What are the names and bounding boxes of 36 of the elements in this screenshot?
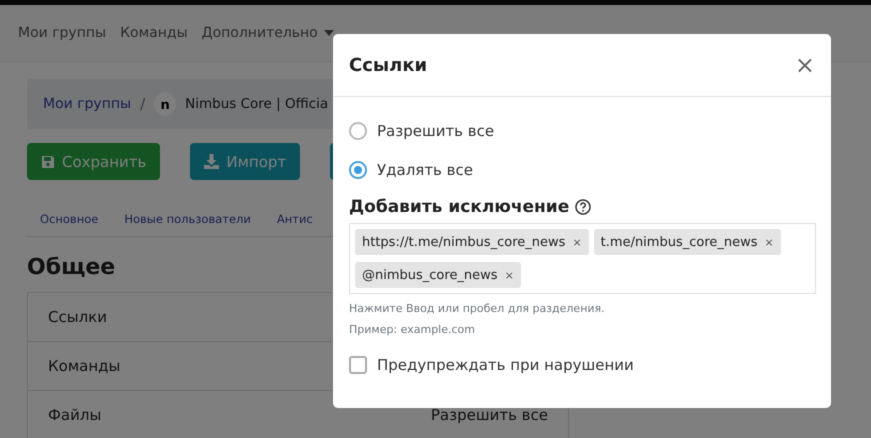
nav-link[interactable]: Дополнительно [202, 25, 334, 41]
tag-text: t.me/nimbus_core_news [600, 234, 758, 250]
tab[interactable]: Новые пользователи [111, 212, 264, 226]
exceptions-heading: Добавить исключение [349, 197, 570, 217]
nav-link[interactable]: Мои группы [18, 25, 106, 41]
tab[interactable]: Антис [264, 212, 326, 226]
tag-text: https://t.me/nimbus_core_news [362, 234, 566, 250]
download-icon [204, 154, 220, 169]
help-icon[interactable] [575, 199, 592, 215]
option-label: Удалять все [377, 160, 473, 178]
row-label: Файлы [48, 406, 102, 424]
row-label: Команды [48, 357, 120, 375]
dialog-title: Ссылки [349, 54, 428, 76]
checkbox[interactable] [349, 356, 367, 374]
radio-option[interactable]: Разрешить все [349, 111, 815, 150]
radio-button[interactable] [349, 122, 367, 140]
breadcrumb-link[interactable]: Мои группы [43, 96, 132, 112]
nav-link[interactable]: Команды [120, 25, 188, 41]
group-logo: n [154, 92, 176, 116]
example-text: Пример: example.com [349, 323, 476, 336]
breadcrumb-separator: / [140, 95, 146, 113]
tags-input-field[interactable]: https://t.me/nimbus_core_news × t.me/nimbus_core_news × @nimbus_core_news × [349, 223, 816, 294]
radio-button[interactable] [349, 160, 367, 178]
tag-text: @nimbus_core_news [362, 268, 498, 282]
row-value: Разрешить все [430, 406, 548, 424]
caret-icon [324, 30, 334, 36]
breadcrumb-current: Nimbus Core | Officia [185, 96, 328, 112]
section-title: Общее [27, 255, 116, 280]
option-label: Разрешить все [377, 122, 494, 140]
tag-remove-button[interactable]: × [764, 236, 774, 248]
tab[interactable]: Основное [27, 212, 112, 226]
hint-text: Нажмите Ввод или пробел для разделения. [349, 302, 606, 315]
tag-remove-button[interactable]: × [572, 236, 582, 248]
close-button[interactable]: × [794, 51, 815, 79]
radio-option[interactable]: Удалять все [349, 150, 815, 189]
tag-remove-button[interactable]: × [504, 268, 514, 282]
